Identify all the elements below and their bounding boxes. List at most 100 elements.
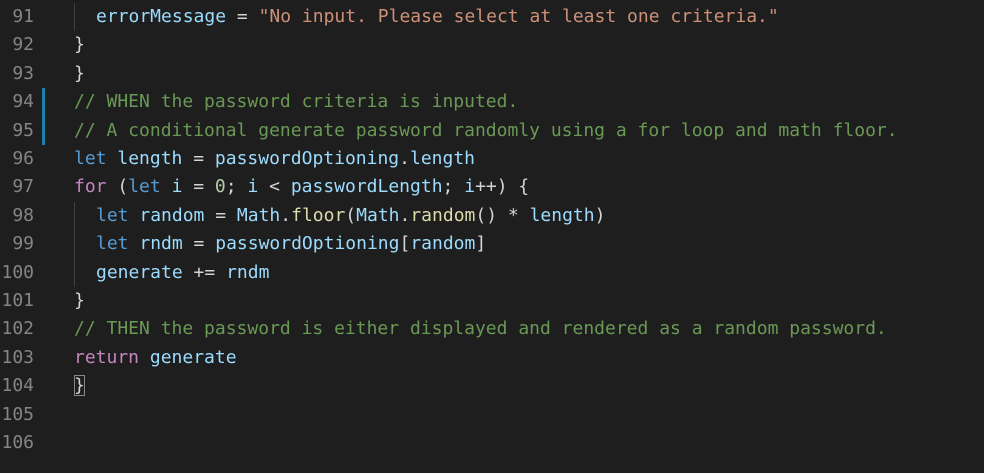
line-number: 96 xyxy=(12,148,34,169)
code-token: Math xyxy=(236,204,281,226)
code-token: let xyxy=(128,176,161,198)
code-token: } xyxy=(74,34,85,56)
modified-line-indicator xyxy=(42,88,45,117)
code-token: = xyxy=(204,204,237,226)
code-editor[interactable]: 91 errorMessage = "No input. Please selec… xyxy=(0,0,984,473)
line-number: 103 xyxy=(1,346,34,368)
code-token: . xyxy=(280,204,292,226)
code-token: rndm xyxy=(226,261,270,283)
line-number: 102 xyxy=(1,318,34,340)
code-line[interactable]: 96 let length = passwordOptioning.length xyxy=(0,145,984,173)
line-number: 105 xyxy=(1,403,34,425)
code-line[interactable]: 93} xyxy=(0,60,984,88)
code-token: () * xyxy=(475,204,530,226)
code-token: // A conditional generate password rando… xyxy=(74,119,898,141)
code-token: passwordOptioning xyxy=(215,233,400,255)
code-token: i xyxy=(247,176,259,198)
code-token: < xyxy=(258,176,291,198)
code-token: let xyxy=(74,148,107,169)
code-text: // THEN the password is either displayed… xyxy=(74,315,887,343)
code-token: } xyxy=(74,290,85,311)
code-token: ( xyxy=(106,176,129,198)
line-number: 94 xyxy=(12,91,34,113)
code-token: passwordOptioning xyxy=(214,148,400,169)
code-line[interactable]: 102 // THEN the password is either displa… xyxy=(0,315,984,343)
code-text: } xyxy=(74,287,85,315)
code-token: . xyxy=(399,204,411,226)
code-line[interactable]: 95 // A conditional generate password ran… xyxy=(0,116,984,145)
line-number: 106 xyxy=(1,432,34,453)
code-token: length xyxy=(409,148,476,169)
code-token: random xyxy=(139,204,205,226)
code-token: [ xyxy=(399,233,411,255)
code-token: ( xyxy=(345,204,357,226)
code-token: random xyxy=(410,204,476,226)
code-token: . xyxy=(399,148,410,169)
code-token: // WHEN the password criteria is inputed… xyxy=(74,91,519,113)
code-token: for xyxy=(74,176,107,198)
code-token: let xyxy=(96,204,129,226)
code-line[interactable]: 97 for (let i = 0; i < passwordLength; i+… xyxy=(0,173,984,201)
code-line[interactable]: 106 xyxy=(0,429,984,457)
code-token: i xyxy=(464,176,476,198)
code-line[interactable]: 94 // WHEN the password criteria is input… xyxy=(0,88,984,117)
code-token: length xyxy=(117,148,183,169)
matched-bracket: } xyxy=(74,375,85,397)
code-line[interactable]: 103 return generate xyxy=(0,344,984,372)
line-number: 101 xyxy=(1,290,34,311)
code-text: // A conditional generate password rando… xyxy=(74,117,898,145)
code-token: ) xyxy=(594,204,606,226)
code-text: errorMessage = "No input. Please select … xyxy=(74,3,779,31)
code-line[interactable]: 100 generate += rndm xyxy=(0,258,984,287)
line-number: 93 xyxy=(12,62,34,84)
code-token: ; xyxy=(225,176,248,198)
code-line[interactable]: 92} xyxy=(0,31,984,59)
code-line[interactable]: 91 errorMessage = "No input. Please selec… xyxy=(0,3,984,32)
code-text: // WHEN the password criteria is inputed… xyxy=(74,88,518,116)
code-text: let random = Math.floor(Math.random() * … xyxy=(74,202,605,230)
line-number: 91 xyxy=(12,6,34,27)
code-token: "No input. Please select at least one cr… xyxy=(258,6,779,27)
code-text: } xyxy=(74,60,85,88)
code-token: = xyxy=(226,6,259,27)
code-token: = xyxy=(182,176,215,198)
code-token: += xyxy=(182,261,227,283)
code-line[interactable]: 105 xyxy=(0,401,984,429)
code-token: Math xyxy=(356,204,400,226)
code-token: = xyxy=(182,148,215,169)
code-token: // THEN the password is either displayed… xyxy=(74,318,887,340)
line-number: 98 xyxy=(12,204,34,226)
code-line[interactable]: 101} xyxy=(0,287,984,315)
code-token: rndm xyxy=(139,233,183,255)
code-token: ++) { xyxy=(475,176,530,198)
code-text: } xyxy=(74,31,85,59)
code-text: let length = passwordOptioning.length xyxy=(74,145,475,173)
code-token: return xyxy=(74,346,140,368)
code-token: generate xyxy=(149,346,237,368)
code-token: 0 xyxy=(214,176,226,198)
line-number: 92 xyxy=(12,34,34,56)
code-line[interactable]: 98 let random = Math.floor(Math.random() … xyxy=(0,201,984,231)
line-number: 99 xyxy=(12,233,34,255)
code-token: errorMessage xyxy=(96,6,227,27)
code-text: generate += rndm xyxy=(74,259,269,287)
code-token: length xyxy=(529,204,595,226)
code-text: return generate xyxy=(74,344,237,372)
code-text: for (let i = 0; i < passwordLength; i++)… xyxy=(74,173,529,201)
modified-line-indicator xyxy=(42,116,45,145)
code-token: = xyxy=(182,233,216,255)
code-token: passwordLength xyxy=(290,176,443,198)
line-number: 100 xyxy=(1,261,34,283)
line-number: 104 xyxy=(1,375,34,397)
code-line[interactable]: 104} xyxy=(0,372,984,400)
code-token: } xyxy=(74,62,85,84)
line-number: 95 xyxy=(12,119,34,141)
code-text: let rndm = passwordOptioning[random] xyxy=(74,230,486,258)
line-number: 97 xyxy=(12,176,34,198)
code-line[interactable]: 99 let rndm = passwordOptioning[random] xyxy=(0,230,984,259)
